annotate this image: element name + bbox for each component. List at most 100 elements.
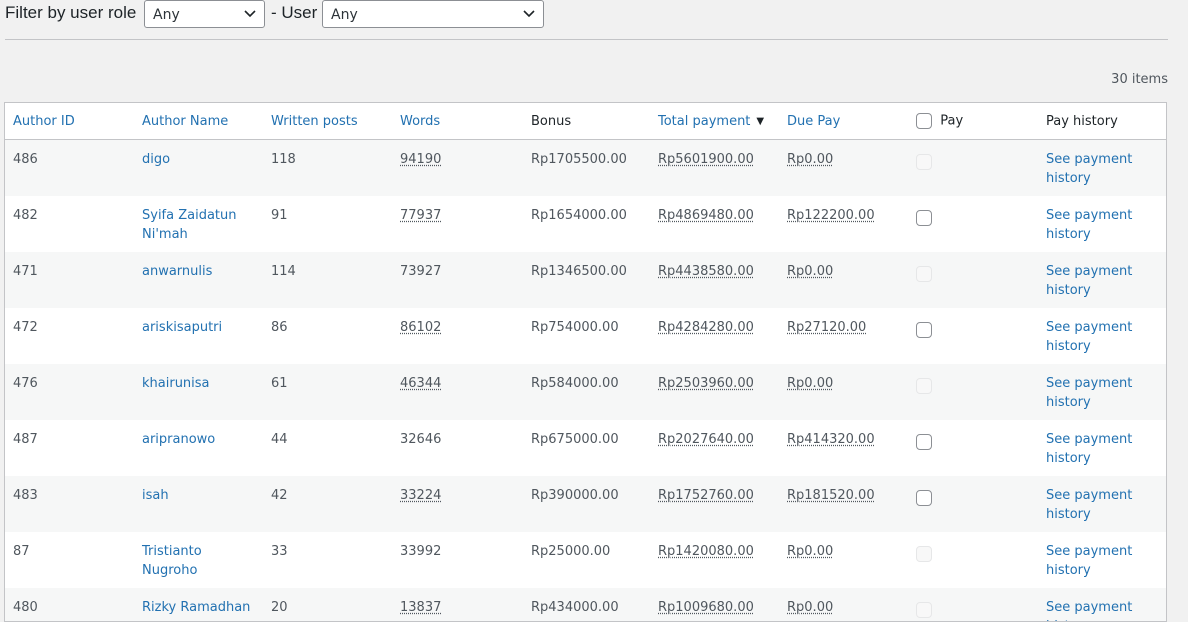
- words-cell: 33992: [400, 544, 441, 559]
- table-body: 486digo11894190Rp1705500.00Rp5601900.00R…: [5, 140, 1166, 622]
- bonus-cell: Rp390000.00: [523, 476, 650, 532]
- select-all-checkbox[interactable]: [916, 113, 932, 129]
- pay-checkbox[interactable]: [916, 490, 932, 506]
- user-filter-label: - User: [271, 3, 317, 23]
- total-payment-cell[interactable]: Rp1009680.00: [658, 600, 754, 615]
- bonus-cell: Rp1654000.00: [523, 196, 650, 252]
- see-payment-history-link[interactable]: See payment history: [1046, 152, 1132, 186]
- col-author-id[interactable]: Author ID: [5, 103, 134, 140]
- user-select[interactable]: Any: [322, 0, 544, 28]
- table-row: 87Tristianto Nugroho3333992Rp25000.00Rp1…: [5, 532, 1166, 588]
- written-posts-cell: 42: [263, 476, 392, 532]
- author-id-cell: 487: [5, 420, 134, 476]
- role-select[interactable]: Any: [144, 0, 265, 28]
- author-name-link[interactable]: aripranowo: [142, 432, 215, 447]
- total-payment-cell[interactable]: Rp5601900.00: [658, 152, 754, 167]
- author-id-cell: 483: [5, 476, 134, 532]
- pay-checkbox[interactable]: [916, 210, 932, 226]
- table-row: 486digo11894190Rp1705500.00Rp5601900.00R…: [5, 140, 1166, 197]
- words-cell[interactable]: 86102: [400, 320, 441, 335]
- author-name-link[interactable]: Tristianto Nugroho: [142, 544, 202, 578]
- due-pay-cell[interactable]: Rp0.00: [787, 376, 833, 391]
- author-name-link[interactable]: ariskisaputri: [142, 320, 222, 335]
- words-cell[interactable]: 33224: [400, 488, 441, 503]
- total-payment-cell[interactable]: Rp2503960.00: [658, 376, 754, 391]
- due-pay-cell[interactable]: Rp0.00: [787, 152, 833, 167]
- see-payment-history-link[interactable]: See payment history: [1046, 544, 1132, 578]
- pay-checkbox: [916, 602, 932, 618]
- filter-bar: Filter by user role Any - User Any: [0, 0, 1188, 30]
- total-payment-cell[interactable]: Rp1420080.00: [658, 544, 754, 559]
- col-pay-label: Pay: [940, 114, 963, 129]
- total-payment-cell[interactable]: Rp4869480.00: [658, 208, 754, 223]
- pay-checkbox: [916, 546, 932, 562]
- pay-checkbox[interactable]: [916, 322, 932, 338]
- author-id-cell: 472: [5, 308, 134, 364]
- bonus-cell: Rp675000.00: [523, 420, 650, 476]
- written-posts-cell: 114: [263, 252, 392, 308]
- col-written-posts[interactable]: Written posts: [263, 103, 392, 140]
- sort-desc-icon: ▼: [756, 116, 764, 127]
- due-pay-cell[interactable]: Rp27120.00: [787, 320, 866, 335]
- due-pay-cell[interactable]: Rp0.00: [787, 600, 833, 615]
- total-payment-cell[interactable]: Rp1752760.00: [658, 488, 754, 503]
- table-row: 483 isah 42 33224 Rp390000.00 Rp1752760.00 Rp1…: [5, 476, 1166, 532]
- pay-checkbox: [916, 154, 932, 170]
- total-payment-cell[interactable]: Rp2027640.00: [658, 432, 754, 447]
- due-pay-cell[interactable]: Rp0.00: [787, 264, 833, 279]
- see-payment-history-link[interactable]: See payment history: [1046, 264, 1132, 298]
- due-pay-cell[interactable]: Rp0.00: [787, 544, 833, 559]
- author-id-cell: 482: [5, 196, 134, 252]
- bonus-cell: Rp1346500.00: [523, 252, 650, 308]
- author-id-cell: 476: [5, 364, 134, 420]
- col-pay-history: Pay history: [1038, 103, 1166, 140]
- table-row: 476khairunisa6146344Rp584000.00Rp2503960…: [5, 364, 1166, 420]
- written-posts-cell: 86: [263, 308, 392, 364]
- due-pay-cell[interactable]: Rp181520.00: [787, 488, 875, 503]
- total-payment-cell[interactable]: Rp4438580.00: [658, 264, 754, 279]
- total-payment-cell[interactable]: Rp4284280.00: [658, 320, 754, 335]
- author-id-cell: 480: [5, 588, 134, 622]
- divider: [5, 39, 1168, 40]
- due-pay-cell[interactable]: Rp414320.00: [787, 432, 875, 447]
- bonus-cell: Rp1705500.00: [523, 140, 650, 197]
- role-select-value: Any: [153, 7, 180, 23]
- words-cell[interactable]: 94190: [400, 152, 441, 167]
- see-payment-history-link[interactable]: See payment history: [1046, 320, 1132, 354]
- see-payment-history-link[interactable]: See payment history: [1046, 488, 1132, 522]
- col-author-name[interactable]: Author Name: [134, 103, 263, 140]
- written-posts-cell: 61: [263, 364, 392, 420]
- author-name-link[interactable]: Rizky Ramadhan: [142, 600, 250, 615]
- col-total-payment[interactable]: Total payment▼: [650, 103, 779, 140]
- see-payment-history-link[interactable]: See payment history: [1046, 208, 1132, 242]
- authors-table: Author ID Author Name Written posts Word…: [4, 102, 1167, 622]
- see-payment-history-link[interactable]: See payment history: [1046, 376, 1132, 410]
- author-name-link[interactable]: digo: [142, 152, 170, 167]
- author-name-link[interactable]: anwarnulis: [142, 264, 212, 279]
- words-cell[interactable]: 77937: [400, 208, 441, 223]
- author-id-cell: 87: [5, 532, 134, 588]
- words-cell[interactable]: 46344: [400, 376, 441, 391]
- col-words[interactable]: Words: [392, 103, 523, 140]
- written-posts-cell: 33: [263, 532, 392, 588]
- table-row: 480 Rizky Ramadhan 20 13837 Rp434000.00 Rp100…: [5, 588, 1166, 622]
- words-cell[interactable]: 13837: [400, 600, 441, 615]
- due-pay-cell[interactable]: Rp122200.00: [787, 208, 875, 223]
- chevron-down-icon: [244, 9, 256, 19]
- pay-checkbox[interactable]: [916, 434, 932, 450]
- pay-checkbox: [916, 266, 932, 282]
- table-row: 487aripranowo4432646Rp675000.00Rp2027640…: [5, 420, 1166, 476]
- table-row: 482Syifa Zaidatun Ni'mah9177937Rp1654000…: [5, 196, 1166, 252]
- written-posts-cell: 20: [263, 588, 392, 622]
- author-name-link[interactable]: Syifa Zaidatun Ni'mah: [142, 208, 237, 242]
- bonus-cell: Rp434000.00: [523, 588, 650, 622]
- author-name-link[interactable]: isah: [142, 488, 169, 503]
- see-payment-history-link[interactable]: See payment history: [1046, 432, 1132, 466]
- chevron-down-icon: [523, 9, 535, 19]
- see-payment-history-link[interactable]: See payment history: [1046, 600, 1132, 622]
- author-name-link[interactable]: khairunisa: [142, 376, 210, 391]
- col-bonus: Bonus: [523, 103, 650, 140]
- words-cell: 32646: [400, 432, 441, 447]
- role-filter-label: Filter by user role: [5, 3, 136, 23]
- col-due-pay[interactable]: Due Pay: [779, 103, 908, 140]
